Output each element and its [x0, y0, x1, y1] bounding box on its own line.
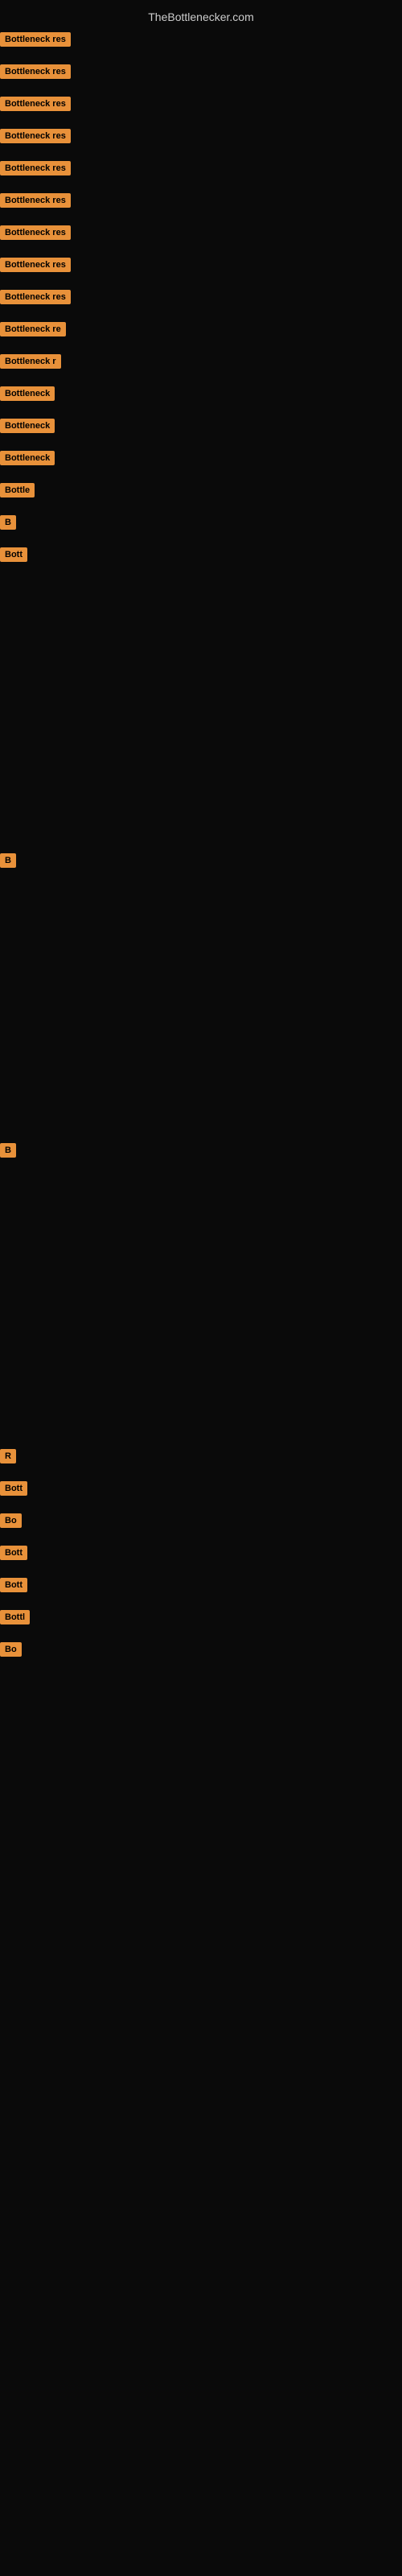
bottleneck-badge[interactable]: Bottleneck — [0, 386, 55, 401]
bottleneck-badge[interactable]: Bottleneck r — [0, 354, 61, 369]
bottleneck-badge[interactable]: Bottleneck re — [0, 322, 66, 336]
bottleneck-badge[interactable]: Bottleneck res — [0, 64, 71, 79]
bottleneck-badge[interactable]: Bottleneck res — [0, 258, 71, 272]
bottleneck-badge[interactable]: B — [0, 1143, 16, 1158]
bottleneck-badge[interactable]: Bottleneck res — [0, 129, 71, 143]
bottleneck-badge[interactable]: R — [0, 1449, 16, 1463]
bottleneck-badge[interactable]: Bottleneck res — [0, 193, 71, 208]
bottleneck-badge[interactable]: Bottleneck res — [0, 97, 71, 111]
bottleneck-badge[interactable]: Bottle — [0, 483, 35, 497]
bottleneck-badge[interactable]: B — [0, 515, 16, 530]
bottleneck-badge[interactable]: Bottleneck res — [0, 161, 71, 175]
bottleneck-badge[interactable]: Bottleneck res — [0, 225, 71, 240]
bottleneck-badge[interactable]: B — [0, 853, 16, 868]
bottleneck-badge[interactable]: Bott — [0, 547, 27, 562]
bottleneck-badge[interactable]: Bottleneck res — [0, 290, 71, 304]
bottleneck-badge[interactable]: Bottleneck — [0, 451, 55, 465]
bottleneck-badge[interactable]: Bo — [0, 1642, 22, 1657]
bottleneck-badge[interactable]: Bottl — [0, 1610, 30, 1624]
site-title: TheBottlenecker.com — [0, 4, 402, 30]
bottleneck-badge[interactable]: Bott — [0, 1578, 27, 1592]
bottleneck-badge[interactable]: Bottleneck res — [0, 32, 71, 47]
bottleneck-badge[interactable]: Bott — [0, 1546, 27, 1560]
bottleneck-badge[interactable]: Bottleneck — [0, 419, 55, 433]
bottleneck-badge[interactable]: Bo — [0, 1513, 22, 1528]
bottleneck-badge[interactable]: Bott — [0, 1481, 27, 1496]
